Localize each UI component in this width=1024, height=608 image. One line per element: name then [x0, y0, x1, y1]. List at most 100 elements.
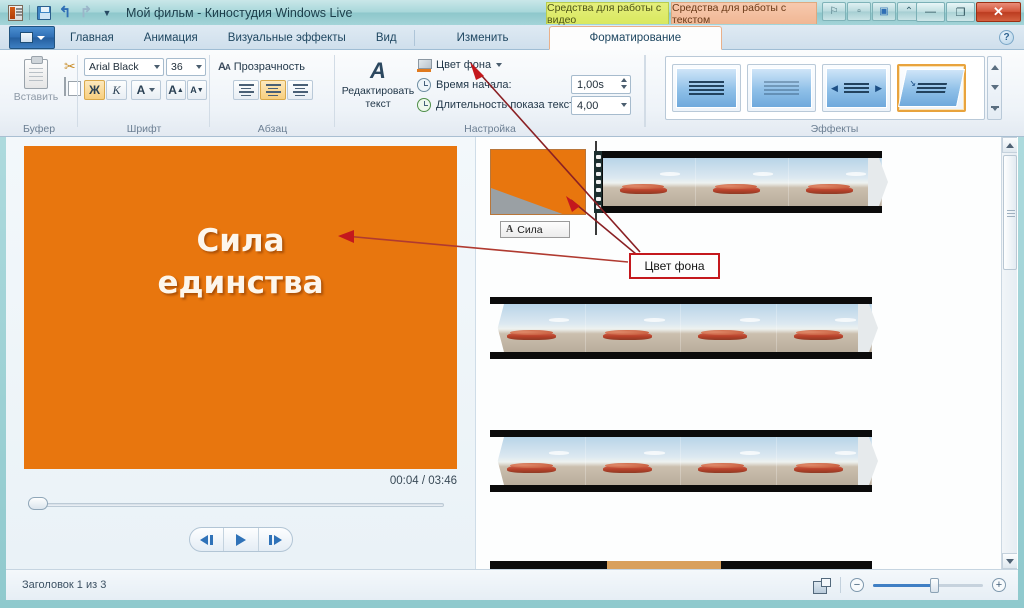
previous-frame-button[interactable]	[190, 528, 223, 551]
align-center-button[interactable]	[260, 80, 286, 100]
chevron-down-icon	[149, 88, 156, 92]
ribbon-group-paragraph: AA Прозрачность Абзац	[210, 50, 335, 137]
title-bar: ↰ ↱ ▼ Мой фильм - Киностудия Windows Liv…	[0, 0, 1024, 26]
tab-izmenit[interactable]: Изменить	[417, 26, 549, 49]
stepper-arrows[interactable]	[621, 78, 627, 89]
tab-formatirovanie[interactable]: Форматирование	[548, 26, 723, 50]
zoom-slider-thumb[interactable]	[930, 577, 939, 593]
play-button[interactable]	[224, 528, 257, 551]
group-label-settings: Настройка	[464, 123, 516, 135]
tab-vizualnye-effekty[interactable]: Визуальные эффекты	[213, 26, 361, 49]
divider	[413, 30, 415, 46]
quick-access-toolbar: ↰ ↱ ▼	[0, 0, 116, 25]
effects-gallery[interactable]: ◀ ▶ ↘	[665, 56, 985, 120]
storyboard-pane[interactable]: A Сила	[476, 137, 1017, 569]
film-sprockets	[594, 151, 602, 213]
scroll-down-button[interactable]	[1002, 553, 1017, 569]
seek-thumb[interactable]	[28, 497, 48, 510]
pin-icon[interactable]: ⚐	[822, 2, 846, 21]
start-time-stepper[interactable]: 1,00s	[571, 75, 631, 94]
italic-button[interactable]: К	[106, 80, 127, 100]
save-icon[interactable]	[35, 4, 53, 22]
background-color-icon	[417, 58, 432, 72]
clipboard-icon	[24, 56, 48, 89]
zoom-slider[interactable]	[873, 577, 983, 593]
start-time-label: Время начала:	[436, 79, 512, 91]
zoom-in-button[interactable]: +	[992, 578, 1006, 592]
video-preview[interactable]: Сила единства	[24, 146, 457, 469]
chevron-down-icon	[154, 65, 160, 69]
clip-frame	[585, 437, 681, 485]
thumbnail-view-icon[interactable]	[813, 577, 831, 594]
group-label-effects: Эффекты	[810, 123, 859, 135]
help-icon[interactable]: ?	[999, 30, 1014, 45]
customize-qat-icon[interactable]: ▼	[98, 4, 116, 22]
align-left-button[interactable]	[233, 80, 259, 100]
effects-gallery-scrollbar[interactable]	[987, 56, 1002, 120]
scroll-up-button[interactable]	[1002, 137, 1017, 153]
title-clip-thumbnail[interactable]	[490, 149, 586, 215]
clip-frame	[681, 304, 777, 352]
contextual-tab-text-tools[interactable]: Средства для работы с текстом	[671, 2, 817, 26]
clip-frame	[776, 304, 872, 352]
chevron-down-icon	[36, 35, 45, 40]
clip-frame	[776, 437, 872, 485]
font-name-dropdown[interactable]: Arial Black	[84, 58, 164, 76]
tab-glavnaya[interactable]: Главная	[55, 26, 129, 49]
start-time-value: 1,00s	[577, 78, 604, 91]
effect-item-none[interactable]	[672, 64, 741, 112]
next-frame-button[interactable]	[259, 528, 292, 551]
tab-vid[interactable]: Вид	[361, 26, 412, 49]
maximize-button[interactable]: ❐	[946, 2, 975, 22]
main-content: Сила единства 00:04 / 03:46 A Сила	[6, 137, 1018, 569]
effect-item-fade[interactable]	[747, 64, 816, 112]
undo-icon[interactable]: ↰	[56, 4, 74, 22]
clip-frames	[490, 304, 872, 352]
paste-button[interactable]: Вставить	[12, 56, 60, 118]
seek-bar[interactable]	[36, 503, 444, 507]
background-color-button[interactable]: Цвет фона	[417, 56, 503, 74]
display-icon[interactable]: ▣	[872, 2, 896, 21]
minimize-button[interactable]: —	[916, 2, 945, 22]
restore-small-icon[interactable]: ▫	[847, 2, 871, 21]
title-clip-row-4-partial[interactable]	[607, 561, 721, 569]
font-color-button[interactable]: A	[131, 80, 161, 100]
ribbon-group-effects: ◀ ▶ ↘ Эффекты	[645, 50, 1024, 137]
effect-item-slide-in-out[interactable]: ◀ ▶	[822, 64, 891, 112]
clock-icon	[417, 78, 431, 92]
align-right-button[interactable]	[287, 80, 313, 100]
close-button[interactable]: ✕	[976, 2, 1021, 22]
font-color-label: A	[136, 83, 146, 97]
redo-icon[interactable]: ↱	[77, 4, 95, 22]
window-title: Мой фильм - Киностудия Windows Live	[126, 5, 353, 20]
transparency-button[interactable]: AA Прозрачность	[218, 58, 305, 76]
font-size-dropdown[interactable]: 36	[166, 58, 206, 76]
duration-dropdown[interactable]: 4,00	[571, 96, 631, 115]
edit-text-button[interactable]: A Редактировать текст	[342, 58, 415, 120]
tab-animaciya[interactable]: Анимация	[129, 26, 213, 49]
more-effects-icon[interactable]	[990, 106, 999, 112]
clip-frame	[490, 304, 586, 352]
file-menu-button[interactable]	[9, 26, 55, 49]
contextual-tab-video-tools[interactable]: Средства для работы с видео	[546, 2, 669, 26]
effect-item-diagonal[interactable]: ↘	[897, 64, 966, 112]
shrink-font-button[interactable]: A ▼	[187, 80, 207, 100]
scroll-up-icon[interactable]	[990, 64, 999, 70]
bold-button[interactable]: Ж	[84, 80, 105, 100]
title-clip-label[interactable]: A Сила	[500, 221, 570, 238]
video-clip-row-1[interactable]	[594, 151, 882, 213]
video-clip-row-2[interactable]	[490, 297, 872, 359]
storyboard-scrollbar[interactable]	[1001, 137, 1017, 569]
transport-controls	[189, 527, 293, 552]
clip-end-arrow	[868, 158, 888, 206]
text-A-icon: A	[506, 224, 514, 235]
arrow-left-icon: ◀	[831, 82, 838, 93]
video-clip-row-3[interactable]	[490, 430, 872, 492]
scrollbar-thumb[interactable]	[1003, 155, 1017, 270]
edit-text-label-line1: Редактировать	[341, 85, 415, 97]
zoom-controls: − +	[813, 577, 1006, 594]
scroll-down-icon[interactable]	[990, 85, 999, 91]
zoom-out-button[interactable]: −	[850, 578, 864, 592]
status-text: Заголовок 1 из 3	[22, 579, 107, 591]
grow-font-button[interactable]: A ▲	[166, 80, 186, 100]
